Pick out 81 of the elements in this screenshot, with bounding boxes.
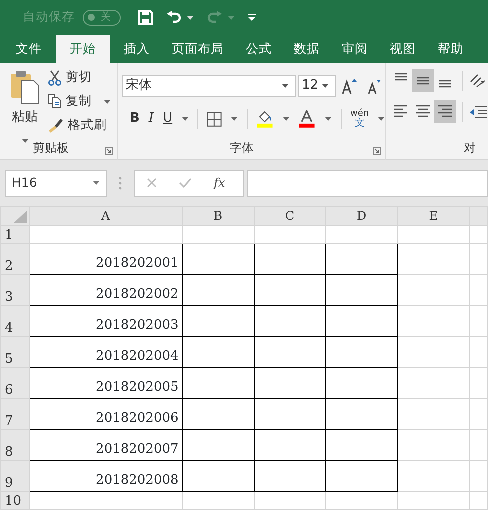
ribbon-tab[interactable]: 页面布局 — [164, 35, 232, 63]
align-top-icon — [395, 73, 407, 81]
ribbon-tab[interactable]: 数据 — [286, 35, 328, 63]
scissors-icon — [48, 70, 62, 86]
autosave-label: 自动保存 — [23, 8, 75, 26]
phonetic-guide-button[interactable]: wén 文 — [350, 110, 370, 128]
caret-icon[interactable] — [231, 117, 238, 121]
row-header[interactable]: 1 — [0, 226, 30, 244]
caret-icon[interactable] — [104, 100, 111, 104]
font-color-icon[interactable] — [298, 110, 316, 128]
copy-icon — [48, 94, 62, 109]
row-header[interactable]: 10 — [0, 492, 30, 510]
insert-function-button[interactable]: fx — [214, 174, 226, 192]
shrink-font-icon[interactable] — [368, 78, 382, 94]
format-painter-button[interactable]: 格式刷 — [48, 117, 111, 134]
caret-icon[interactable] — [322, 84, 329, 88]
undo-icon[interactable] — [166, 10, 182, 24]
cut-button[interactable]: 剪切 — [48, 69, 111, 86]
copy-button[interactable]: 复制 — [48, 93, 111, 110]
italic-button[interactable]: I — [148, 109, 154, 129]
group-label: 剪贴板 — [33, 140, 69, 157]
bold-button[interactable]: B — [130, 109, 140, 129]
ribbon-tab[interactable]: 文件 — [8, 35, 50, 63]
row-header[interactable]: 6 — [0, 368, 30, 398]
group-label: 字体 — [230, 140, 254, 157]
ribbon-tab[interactable]: 公式 — [238, 35, 280, 63]
row-header[interactable]: 3 — [0, 274, 30, 306]
ribbon-tab[interactable]: 插入 — [116, 35, 158, 63]
row-header[interactable]: 9 — [0, 460, 30, 492]
dialog-launcher-icon[interactable] — [373, 147, 381, 155]
row-header[interactable]: 2 — [0, 244, 30, 274]
align-middle-button[interactable] — [412, 69, 434, 92]
column-header[interactable]: B — [182, 206, 254, 226]
table-cell: 2018202006 — [96, 410, 179, 426]
fill-color-icon[interactable] — [257, 110, 274, 128]
caret-icon[interactable] — [187, 16, 194, 20]
formula-input[interactable] — [247, 170, 488, 196]
format-painter-icon — [48, 118, 64, 133]
table-cell: 2018202002 — [96, 286, 179, 302]
column-header[interactable]: C — [254, 206, 326, 226]
table-cell: 2018202003 — [96, 318, 179, 333]
table-cell: 2018202001 — [96, 256, 179, 271]
group-label: 对 — [464, 140, 476, 157]
table-cell: 2018202008 — [96, 472, 179, 488]
ribbon-tab[interactable]: 视图 — [382, 35, 424, 63]
column-header[interactable]: E — [398, 206, 470, 226]
row-header[interactable]: 8 — [0, 430, 30, 460]
row-header[interactable]: 7 — [0, 398, 30, 430]
caret-icon[interactable] — [93, 181, 100, 185]
align-middle-icon — [417, 76, 429, 84]
column-header[interactable]: A — [29, 206, 182, 226]
align-bottom-icon — [439, 80, 451, 88]
row-header[interactable]: 5 — [0, 336, 30, 368]
customize-icon[interactable] — [248, 14, 256, 21]
underline-button[interactable]: U — [163, 109, 173, 129]
dialog-launcher-icon[interactable] — [105, 147, 113, 155]
table-cell: 2018202005 — [96, 380, 179, 395]
align-right-button[interactable] — [434, 100, 456, 123]
caret-icon[interactable] — [182, 117, 188, 121]
font-name-field[interactable]: 宋体 — [122, 75, 296, 97]
caret-icon[interactable] — [378, 117, 385, 121]
drag-handle-icon[interactable] — [119, 176, 122, 190]
borders-icon[interactable] — [207, 112, 222, 126]
paste-icon — [10, 69, 40, 105]
row-header[interactable]: 4 — [0, 306, 30, 336]
orientation-icon[interactable] — [469, 72, 487, 88]
caret-icon[interactable] — [282, 84, 289, 88]
table-cell: 2018202004 — [96, 348, 179, 364]
font-size-field[interactable]: 12 — [298, 75, 336, 97]
name-box[interactable]: H16 — [5, 170, 107, 196]
save-icon[interactable] — [138, 10, 153, 25]
caret-icon[interactable] — [282, 117, 290, 121]
indent-icon[interactable] — [469, 104, 487, 118]
ribbon-tab[interactable]: 开始 — [56, 35, 110, 63]
column-header[interactable]: D — [326, 206, 398, 226]
ribbon-tab[interactable]: 审阅 — [334, 35, 376, 63]
ribbon-tab[interactable]: 帮助 — [430, 35, 472, 63]
caret-icon[interactable] — [22, 139, 28, 144]
caret-icon[interactable] — [324, 117, 332, 121]
table-cell: 2018202007 — [96, 442, 179, 457]
grow-font-icon[interactable] — [342, 78, 358, 94]
